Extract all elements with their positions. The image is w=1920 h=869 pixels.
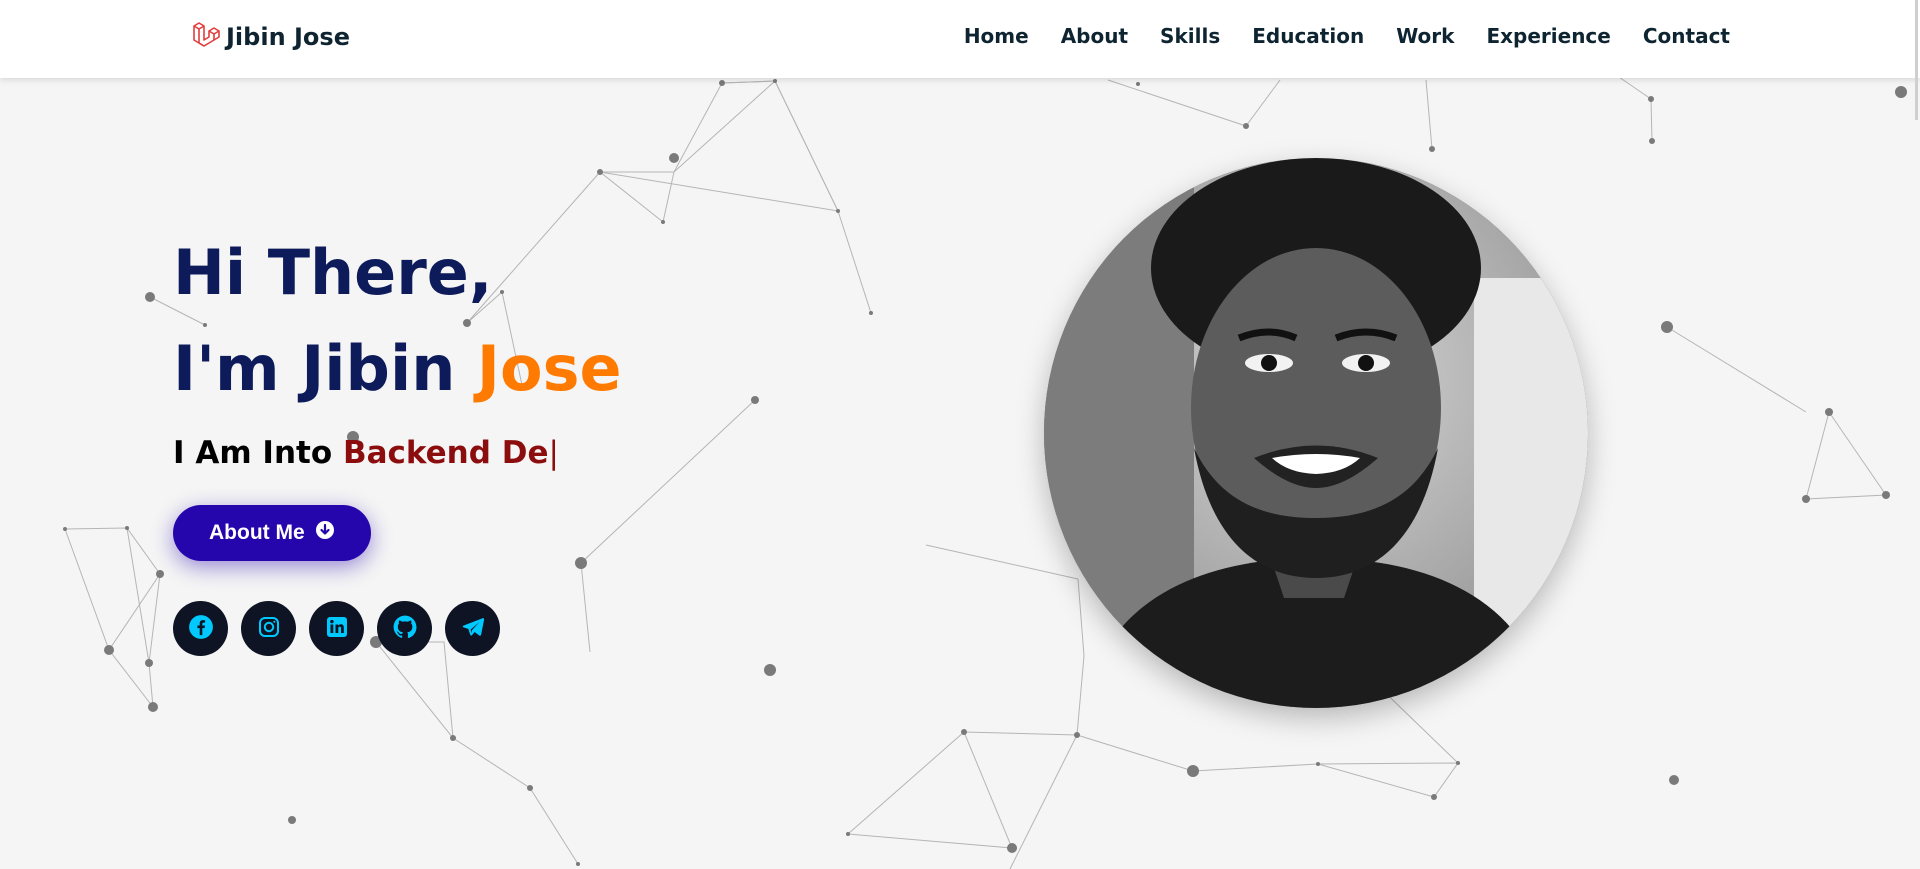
github-link[interactable] — [377, 601, 432, 656]
typed-role: Backend De — [342, 435, 549, 471]
brand[interactable]: Jibin Jose — [190, 20, 350, 54]
main-nav: Home About Skills Education Work Experie… — [964, 24, 1730, 48]
instagram-link[interactable] — [241, 601, 296, 656]
about-me-button-label: About Me — [209, 521, 305, 544]
greeting-name: I'm Jibin — [173, 332, 477, 405]
nav-home[interactable]: Home — [964, 24, 1029, 48]
instagram-icon — [257, 615, 281, 643]
profile-photo — [1044, 158, 1588, 708]
nav-experience[interactable]: Experience — [1486, 24, 1610, 48]
laravel-logo-icon — [190, 20, 220, 54]
telegram-link[interactable] — [445, 601, 500, 656]
greeting-heading: Hi There, I'm Jibin Jose — [173, 225, 622, 417]
hero-section: Hi There, I'm Jibin Jose I Am Into Backe… — [173, 225, 622, 656]
nav-education[interactable]: Education — [1252, 24, 1364, 48]
greeting-line-1: Hi There, — [173, 236, 493, 309]
arrow-down-circle-icon — [315, 520, 335, 546]
linkedin-link[interactable] — [309, 601, 364, 656]
nav-about[interactable]: About — [1061, 24, 1128, 48]
github-icon — [392, 614, 418, 644]
greeting-name-accent: Jose — [476, 332, 622, 405]
social-links — [173, 601, 622, 656]
telegram-icon — [461, 615, 485, 643]
facebook-icon — [188, 614, 214, 644]
nav-work[interactable]: Work — [1396, 24, 1454, 48]
nav-skills[interactable]: Skills — [1160, 24, 1220, 48]
top-navbar: Jibin Jose Home About Skills Education W… — [0, 0, 1920, 78]
about-me-button[interactable]: About Me — [173, 505, 371, 561]
typing-prefix: I Am Into — [173, 435, 343, 471]
nav-contact[interactable]: Contact — [1643, 24, 1730, 48]
scrollbar[interactable] — [1915, 0, 1918, 120]
linkedin-icon — [325, 615, 349, 643]
typing-cursor: | — [548, 435, 559, 471]
typing-text: I Am Into Backend De| — [173, 435, 622, 471]
brand-name: Jibin Jose — [226, 23, 350, 51]
facebook-link[interactable] — [173, 601, 228, 656]
